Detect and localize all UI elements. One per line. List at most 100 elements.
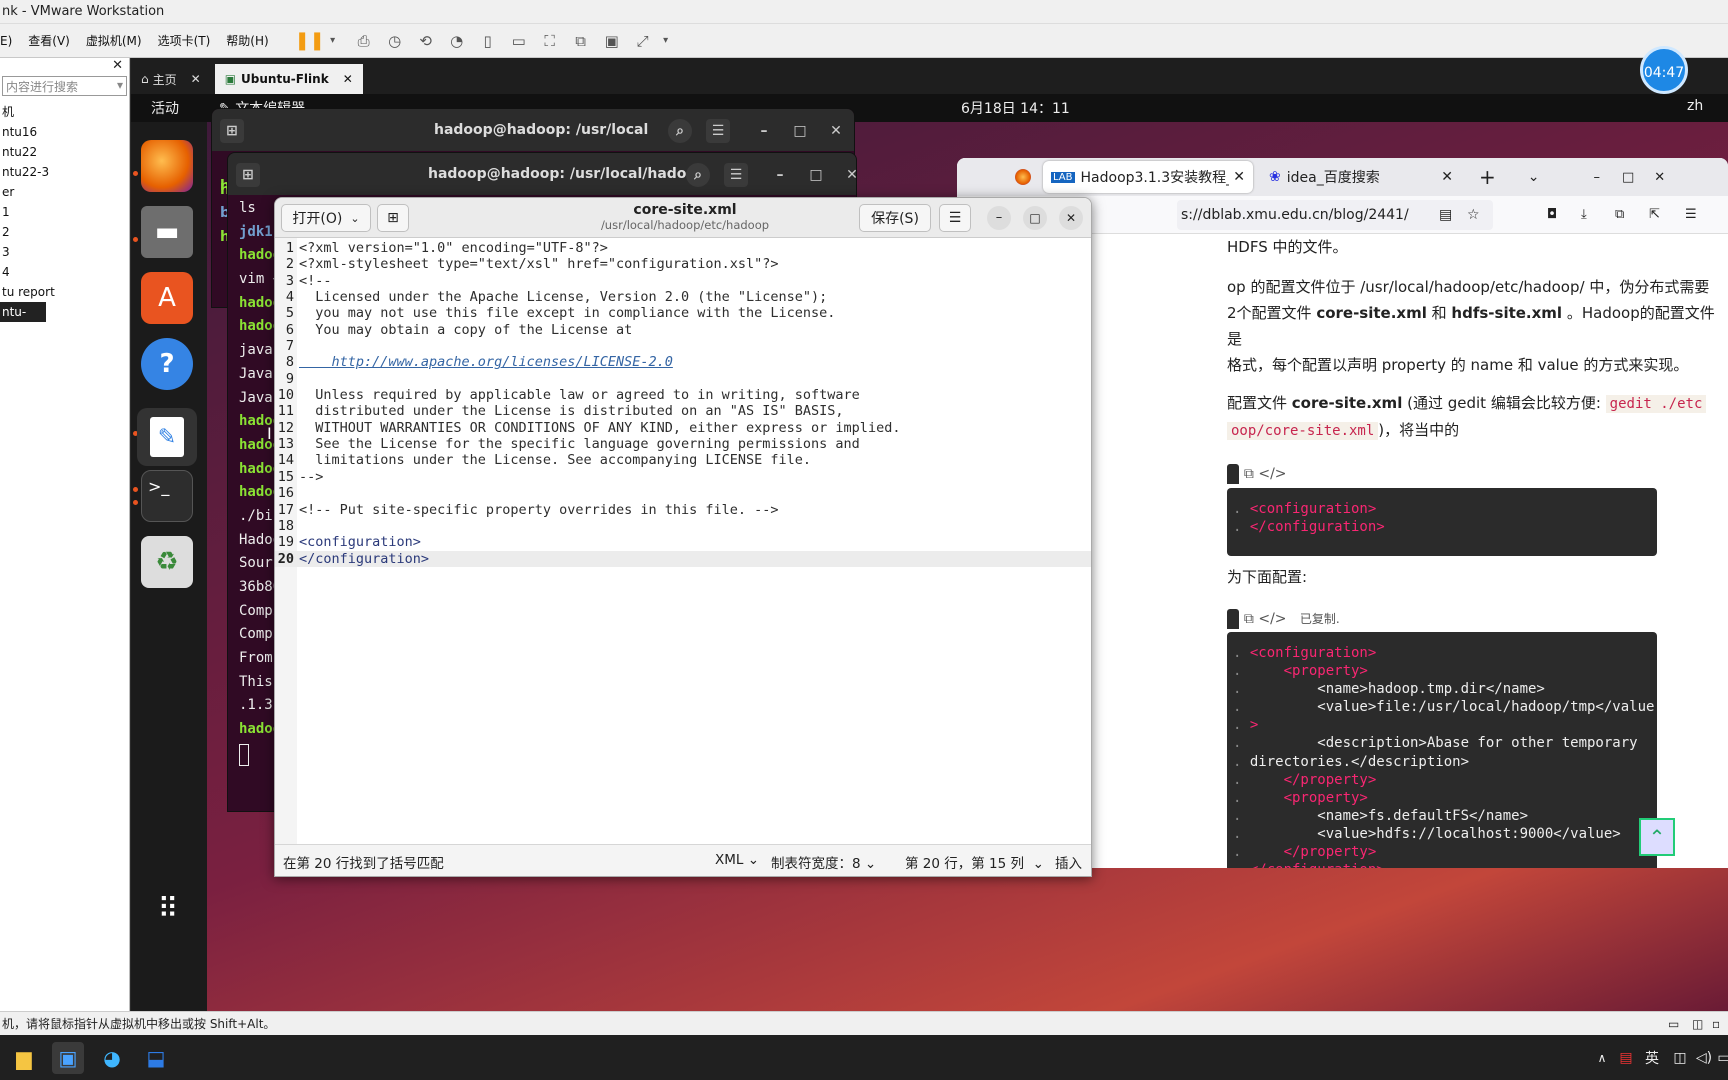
editor-lines[interactable]: 1 <?xml version="1.0" encoding="UTF-8"?> 2… <box>275 240 1091 567</box>
recording-timer-badge[interactable]: 04:47 <box>1640 46 1688 94</box>
list-all-tabs-icon[interactable]: ⌄ <box>1528 169 1540 185</box>
gedit-text-area[interactable]: 1 <?xml version="1.0" encoding="UTF-8"?> 2… <box>275 238 1091 846</box>
new-tab-icon[interactable]: ⊞ <box>220 119 244 143</box>
cursor-position[interactable]: 第 20 行，第 15 列 ⌄ <box>905 852 1044 872</box>
edge-icon[interactable]: ◕ <box>96 1042 128 1074</box>
library-item[interactable]: 4 <box>0 262 129 282</box>
library-item[interactable]: er <box>0 182 129 202</box>
firefox-icon[interactable] <box>141 140 193 192</box>
language-selector[interactable]: XML ⌄ <box>715 852 759 868</box>
maximize-icon[interactable]: □ <box>1622 170 1634 185</box>
editor-line[interactable]: 3 <!-- <box>275 273 1091 289</box>
menu-tabs[interactable]: 选项卡(T) <box>158 32 211 49</box>
device-status-icon[interactable]: ◫ <box>1692 1012 1703 1036</box>
editor-line[interactable]: 4 Licensed under the Apache License, Ver… <box>275 289 1091 305</box>
view-source-icon[interactable]: </> <box>1258 466 1286 482</box>
close-icon[interactable]: ✕ <box>1441 169 1453 185</box>
download-icon[interactable]: ⤓ <box>1581 207 1587 222</box>
code-block-1[interactable]: . <configuration> . </configuration> <box>1227 488 1657 556</box>
device-status-icon[interactable]: ▭ <box>1668 1012 1679 1036</box>
software-icon[interactable]: A <box>141 272 193 324</box>
maximize-icon[interactable]: □ <box>788 119 812 143</box>
new-tab-icon[interactable]: ⊞ <box>236 163 260 187</box>
firefox-view-icon[interactable] <box>1015 169 1031 185</box>
device-status-icon[interactable]: ▫ <box>1712 1012 1720 1036</box>
battery-icon[interactable]: ▭ <box>1708 1042 1728 1074</box>
clock[interactable]: 6月18日 14：11 <box>961 98 1070 118</box>
file-explorer-icon[interactable]: ▆ <box>8 1042 40 1074</box>
unity-icon[interactable]: ⧉ <box>570 30 592 52</box>
library-item-selected[interactable]: ntu-Flink <box>0 302 46 339</box>
menu-icon[interactable]: ☰ <box>706 119 730 143</box>
close-icon[interactable]: ✕ <box>343 72 353 86</box>
editor-line[interactable]: 7 <box>275 338 1091 354</box>
library-item[interactable]: 3 <box>0 242 129 262</box>
menu-edit[interactable]: E) <box>0 34 12 48</box>
revert-snapshot-icon[interactable]: ⟲ <box>415 30 437 52</box>
hamburger-menu-icon[interactable]: ☰ <box>1685 207 1697 222</box>
search-icon[interactable]: ⌕ <box>686 163 710 187</box>
share-icon[interactable]: ⇱ <box>1649 207 1660 222</box>
thumbnail-view-icon[interactable]: ▭ <box>508 30 530 52</box>
snapshot-icon[interactable]: ◷ <box>384 30 406 52</box>
editor-line[interactable]: 18 <box>275 518 1091 534</box>
help-icon[interactable]: ? <box>141 338 193 390</box>
editor-line[interactable]: 2 <?xml-stylesheet type="text/xsl" href="… <box>275 256 1091 272</box>
close-icon[interactable]: ✕ <box>0 58 129 73</box>
chevron-down-icon[interactable]: ▾ <box>655 30 677 52</box>
maximize-icon[interactable]: □ <box>804 163 828 187</box>
close-icon[interactable]: ✕ <box>840 163 856 187</box>
editor-line[interactable]: 6 You may obtain a copy of the License a… <box>275 322 1091 338</box>
tab-baidu-search[interactable]: ❀ idea_百度搜索 ✕ <box>1261 161 1461 193</box>
minimize-icon[interactable]: – <box>987 206 1011 230</box>
url-bar[interactable]: s://dblab.xmu.edu.cn/blog/2441/▤ ☆ <box>1177 199 1493 230</box>
menu-help[interactable]: 帮助(H) <box>226 32 268 49</box>
editor-line[interactable]: 13 See the License for the specific lang… <box>275 436 1091 452</box>
close-icon[interactable]: ✕ <box>1654 170 1665 185</box>
gedit-window[interactable]: 打开(O) ⌄ ⊞ core-site.xml /usr/local/hadoop… <box>274 197 1092 877</box>
library-item[interactable]: ntu22-3 <box>0 162 129 182</box>
console-view-icon[interactable]: ▣ <box>601 30 623 52</box>
text-editor-icon[interactable]: ✎ <box>137 408 197 466</box>
editor-line[interactable]: 20 </configuration> <box>275 550 1091 567</box>
fullscreen-icon[interactable]: ⛶ <box>539 30 561 52</box>
menu-view[interactable]: 查看(V) <box>28 32 70 49</box>
tab-home[interactable]: ⌂ 主页 ✕ <box>131 64 211 94</box>
tab-width-selector[interactable]: 制表符宽度：8 ⌄ <box>771 852 876 872</box>
pocket-icon[interactable]: ◘ <box>1547 207 1557 222</box>
editor-line[interactable]: 9 <box>275 371 1091 387</box>
tab-ubuntu-flink[interactable]: ▣ Ubuntu-Flink ✕ <box>214 64 363 94</box>
files-icon[interactable]: ▬ <box>141 206 193 258</box>
close-icon[interactable]: ✕ <box>1233 169 1245 185</box>
new-document-button[interactable]: ⊞ <box>377 204 409 232</box>
editor-line[interactable]: 14 limitations under the License. See ac… <box>275 452 1091 468</box>
library-search-input[interactable]: 内容进行搜索 ▾ <box>2 76 127 96</box>
library-item[interactable]: tu report <box>0 282 129 302</box>
menu-vm[interactable]: 虚拟机(M) <box>86 32 142 49</box>
menu-icon[interactable]: ☰ <box>724 163 748 187</box>
maximize-icon[interactable]: □ <box>1023 206 1047 230</box>
editor-line[interactable]: 15 --> <box>275 469 1091 485</box>
extensions-icon[interactable]: ⧉ <box>1615 207 1624 222</box>
editor-line[interactable]: 16 <box>275 485 1091 501</box>
open-button[interactable]: 打开(O) ⌄ <box>281 204 371 232</box>
vmware-taskbar-icon[interactable]: ▣ <box>52 1042 84 1074</box>
minimize-icon[interactable]: – <box>1594 170 1601 185</box>
copy-icon[interactable]: ⧉ <box>1244 466 1254 482</box>
reader-view-icon[interactable]: ▤ <box>1439 207 1452 223</box>
editor-line[interactable]: 11 distributed under the License is dist… <box>275 403 1091 419</box>
save-button[interactable]: 保存(S) <box>859 204 931 232</box>
new-tab-button[interactable]: + <box>1479 165 1496 189</box>
tab-hadoop-guide[interactable]: LABHadoop3.1.3安装教程_单✕ <box>1043 161 1253 193</box>
trash-icon[interactable]: ♻ <box>141 536 193 588</box>
menu-button[interactable]: ☰ <box>939 204 971 232</box>
editor-line[interactable]: 19 <configuration> <box>275 534 1091 550</box>
stretch-icon[interactable]: ⤢ <box>632 30 654 52</box>
pause-icon[interactable]: ❚❚ <box>295 30 325 52</box>
minimize-icon[interactable]: – <box>768 163 792 187</box>
send-keys-icon[interactable]: ⎙ <box>353 30 375 52</box>
chevron-down-icon[interactable]: ▾ <box>117 78 123 94</box>
bookmark-star-icon[interactable]: ☆ <box>1467 207 1480 223</box>
editor-line[interactable]: 8 http://www.apache.org/licenses/LICENSE… <box>275 354 1091 370</box>
code-block-2[interactable]: . <configuration>. <property>. <name>had… <box>1227 632 1657 868</box>
